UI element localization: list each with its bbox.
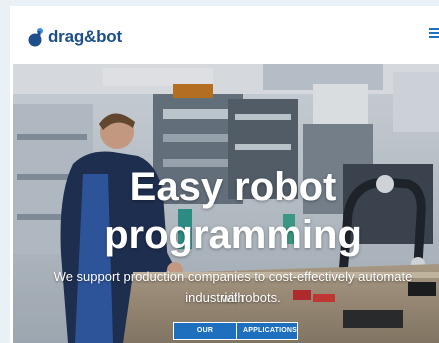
logo[interactable]: drag&bot [26,24,122,50]
applications-button[interactable]: APPLICATIONS [236,322,298,340]
logo-text: drag&bot [48,27,122,46]
drag-and-bot-logo-icon [28,28,43,47]
page-frame: drag&bot Easy robot programming We suppo… [10,6,439,343]
site-header: drag&bot [10,6,439,64]
hero-section: Easy robot programming We support produc… [13,64,439,343]
hamburger-menu-icon[interactable] [429,28,439,38]
hero-title-line1: Easy robot [129,165,337,209]
hero-subtitle-line2: industrial robots. [185,290,281,305]
hero-title-line2: programming [104,213,362,257]
our-product-button[interactable]: OUR PRODUCT [173,322,237,340]
